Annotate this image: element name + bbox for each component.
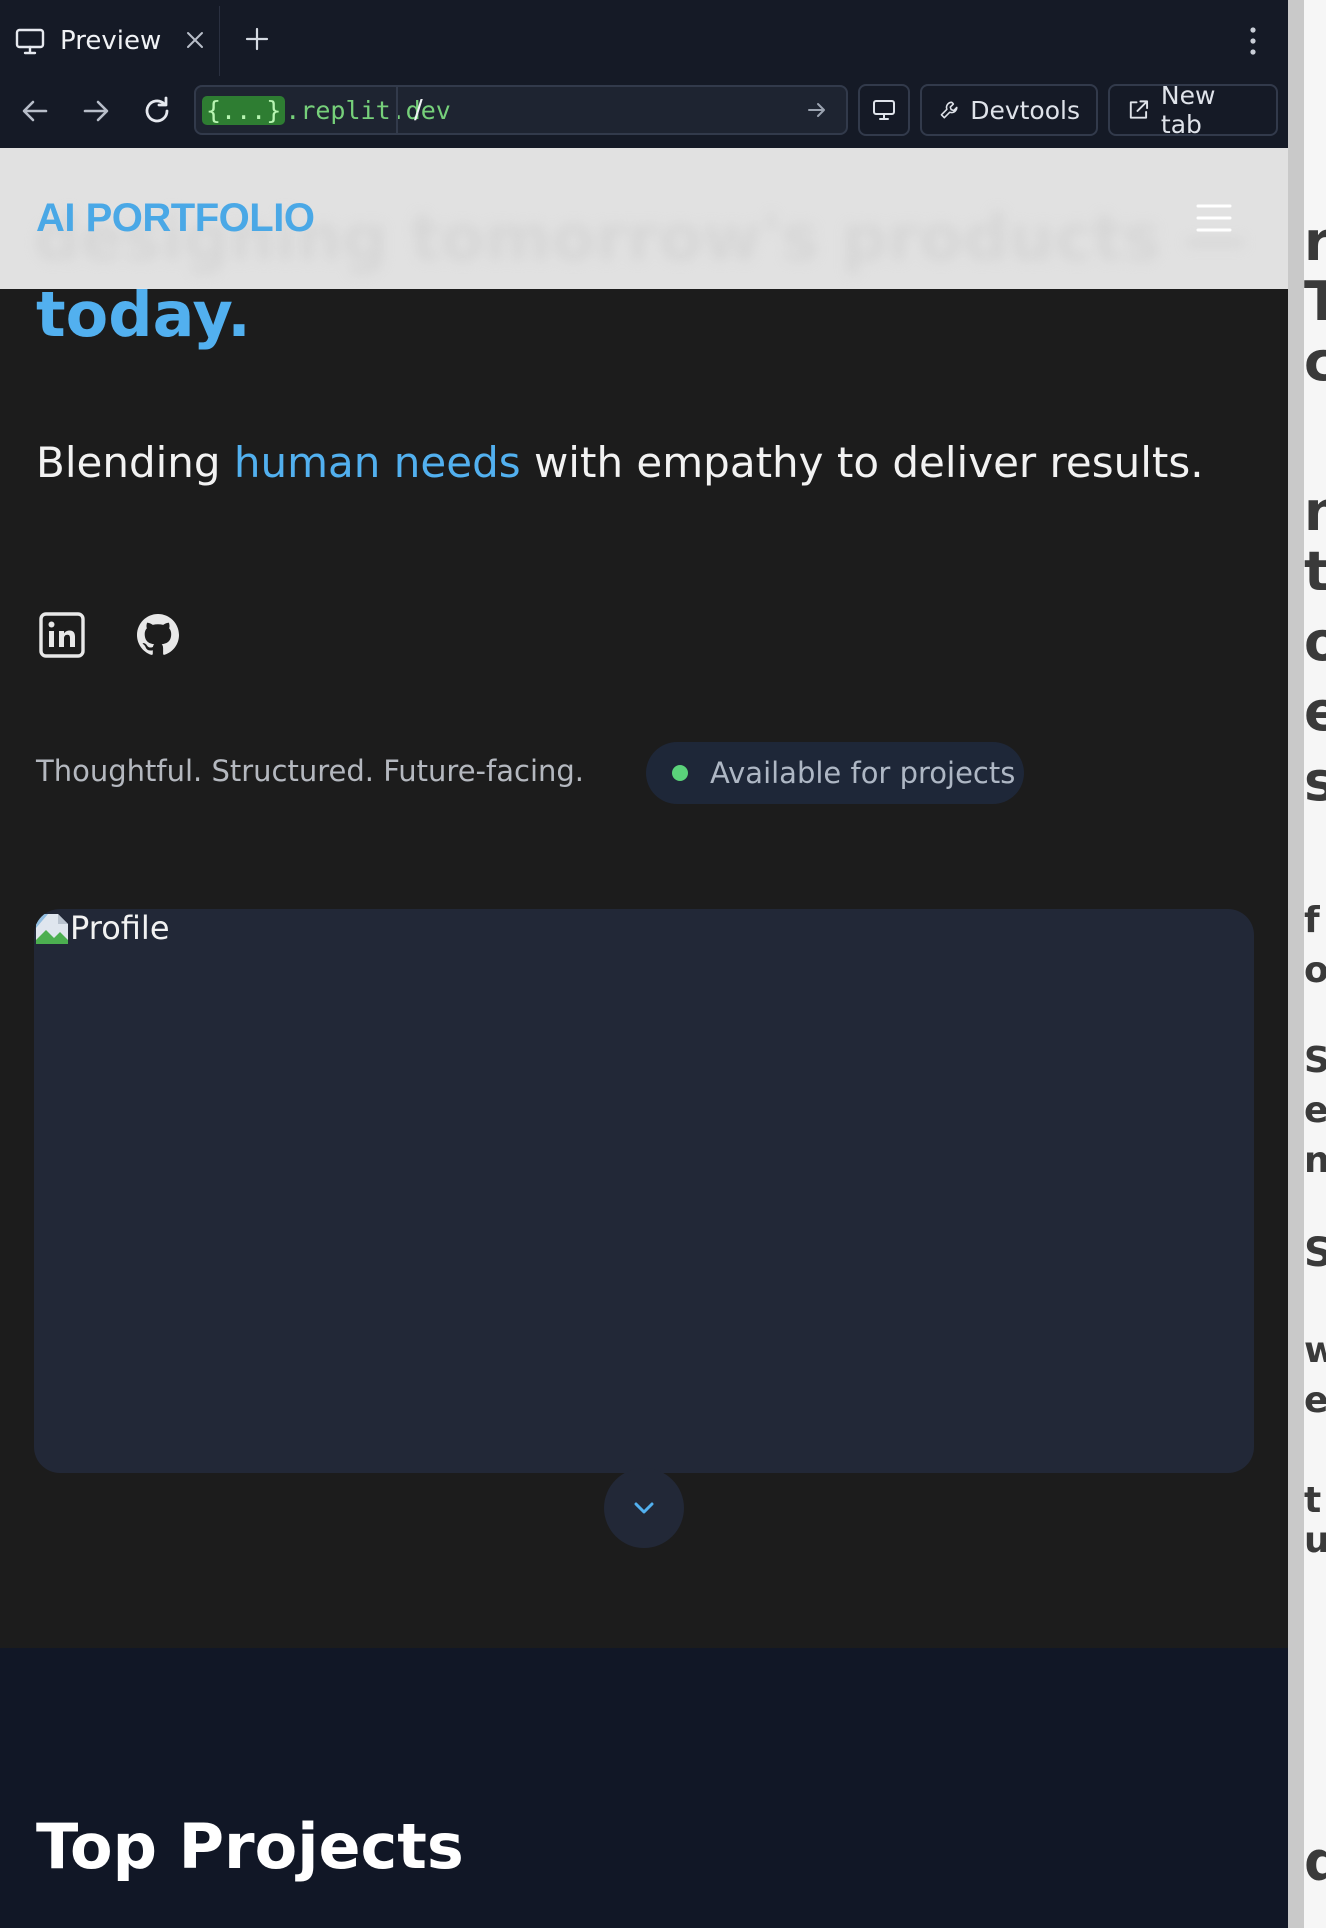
peek-glyph: S bbox=[1304, 1230, 1326, 1276]
device-preview-button[interactable] bbox=[858, 84, 910, 136]
forward-arrow-icon[interactable] bbox=[79, 94, 113, 128]
scroll-down-button[interactable] bbox=[604, 1468, 684, 1548]
hero-section: designing tomorrow's products — AI PORTF… bbox=[0, 148, 1288, 1648]
peek-glyph: e bbox=[1304, 1380, 1326, 1421]
url-host-domain: .replit.dev bbox=[285, 95, 451, 125]
projects-title: Top Projects bbox=[36, 1810, 464, 1883]
profile-image-card: Profile bbox=[34, 909, 1254, 1473]
browser-chrome: Preview {...} .replit.dev / Devtools New… bbox=[0, 0, 1288, 149]
peek-glyph: t bbox=[1304, 540, 1326, 603]
peek-glyph: r bbox=[1304, 210, 1326, 273]
peek-glyph: n bbox=[1304, 480, 1326, 543]
peek-glyph: T bbox=[1304, 270, 1326, 333]
back-arrow-icon[interactable] bbox=[18, 94, 52, 128]
status-dot bbox=[672, 765, 688, 781]
go-arrow-icon[interactable] bbox=[806, 99, 828, 121]
site-logo[interactable]: AI PORTFOLIO bbox=[36, 196, 315, 241]
tagline-post: with empathy to deliver results. bbox=[520, 438, 1204, 487]
hero-motto: Thoughtful. Structured. Future-facing. bbox=[36, 754, 585, 788]
new-tab-plus-icon[interactable] bbox=[244, 26, 270, 52]
devtools-button[interactable]: Devtools bbox=[920, 84, 1098, 136]
peek-glyph: n bbox=[1304, 1140, 1326, 1181]
monitor-icon bbox=[873, 100, 895, 120]
tab-title: Preview bbox=[60, 26, 162, 56]
availability-text: Available for projects bbox=[710, 756, 1016, 790]
reload-icon[interactable] bbox=[140, 94, 174, 128]
external-link-icon bbox=[1129, 100, 1149, 119]
new-tab-label: New tab bbox=[1160, 81, 1216, 139]
site-navbar: designing tomorrow's products — AI PORTF… bbox=[0, 148, 1288, 289]
tagline-pre: Blending bbox=[36, 438, 234, 487]
side-pane-peek: r T c n t o e s f o S e n S w e t u d bbox=[1288, 0, 1326, 1928]
url-divider bbox=[396, 87, 398, 133]
monitor-icon bbox=[15, 28, 45, 55]
more-options-icon[interactable] bbox=[1245, 26, 1261, 56]
profile-alt-text: Profile bbox=[70, 909, 170, 947]
peek-glyph: S bbox=[1304, 1040, 1326, 1081]
peek-glyph: u bbox=[1304, 1520, 1326, 1561]
peek-glyph: o bbox=[1304, 610, 1326, 673]
devtools-label: Devtools bbox=[970, 95, 1080, 125]
peek-glyph: t bbox=[1304, 1480, 1322, 1521]
linkedin-icon[interactable] bbox=[37, 610, 87, 660]
url-path-input[interactable]: / bbox=[414, 95, 423, 125]
chevron-down-icon bbox=[634, 1502, 654, 1514]
tab-preview[interactable]: Preview bbox=[0, 6, 220, 76]
broken-image-icon bbox=[36, 914, 68, 944]
address-row: {...} .replit.dev / Devtools New tab bbox=[0, 76, 1288, 148]
tab-bar: Preview bbox=[0, 0, 1288, 76]
web-page: designing tomorrow's products — AI PORTF… bbox=[0, 148, 1288, 1928]
peek-glyph: c bbox=[1304, 330, 1326, 393]
new-tab-button[interactable]: New tab bbox=[1108, 81, 1278, 139]
hero-tagline: Blending human needs with empathy to del… bbox=[36, 438, 1204, 487]
peek-glyph: w bbox=[1304, 1330, 1326, 1371]
url-bar[interactable]: {...} .replit.dev / bbox=[194, 85, 848, 135]
side-pane-content: r T c n t o e s f o S e n S w e t u d bbox=[1304, 0, 1326, 1928]
tagline-highlight: human needs bbox=[233, 438, 521, 487]
projects-section: Top Projects bbox=[0, 1648, 1288, 1928]
peek-glyph: f bbox=[1304, 900, 1320, 941]
hamburger-menu-icon[interactable] bbox=[1194, 200, 1234, 236]
profile-image-broken: Profile bbox=[34, 909, 170, 947]
wrench-icon bbox=[940, 101, 958, 119]
peek-glyph: d bbox=[1304, 1830, 1326, 1893]
close-tab-icon[interactable] bbox=[183, 28, 207, 52]
peek-glyph: e bbox=[1304, 1090, 1326, 1131]
github-icon[interactable] bbox=[133, 610, 183, 660]
url-host-braces: {...} bbox=[202, 95, 286, 125]
peek-glyph: s bbox=[1304, 750, 1326, 813]
peek-glyph: e bbox=[1304, 680, 1326, 743]
peek-glyph: o bbox=[1304, 950, 1326, 991]
availability-badge: Available for projects bbox=[646, 742, 1024, 804]
